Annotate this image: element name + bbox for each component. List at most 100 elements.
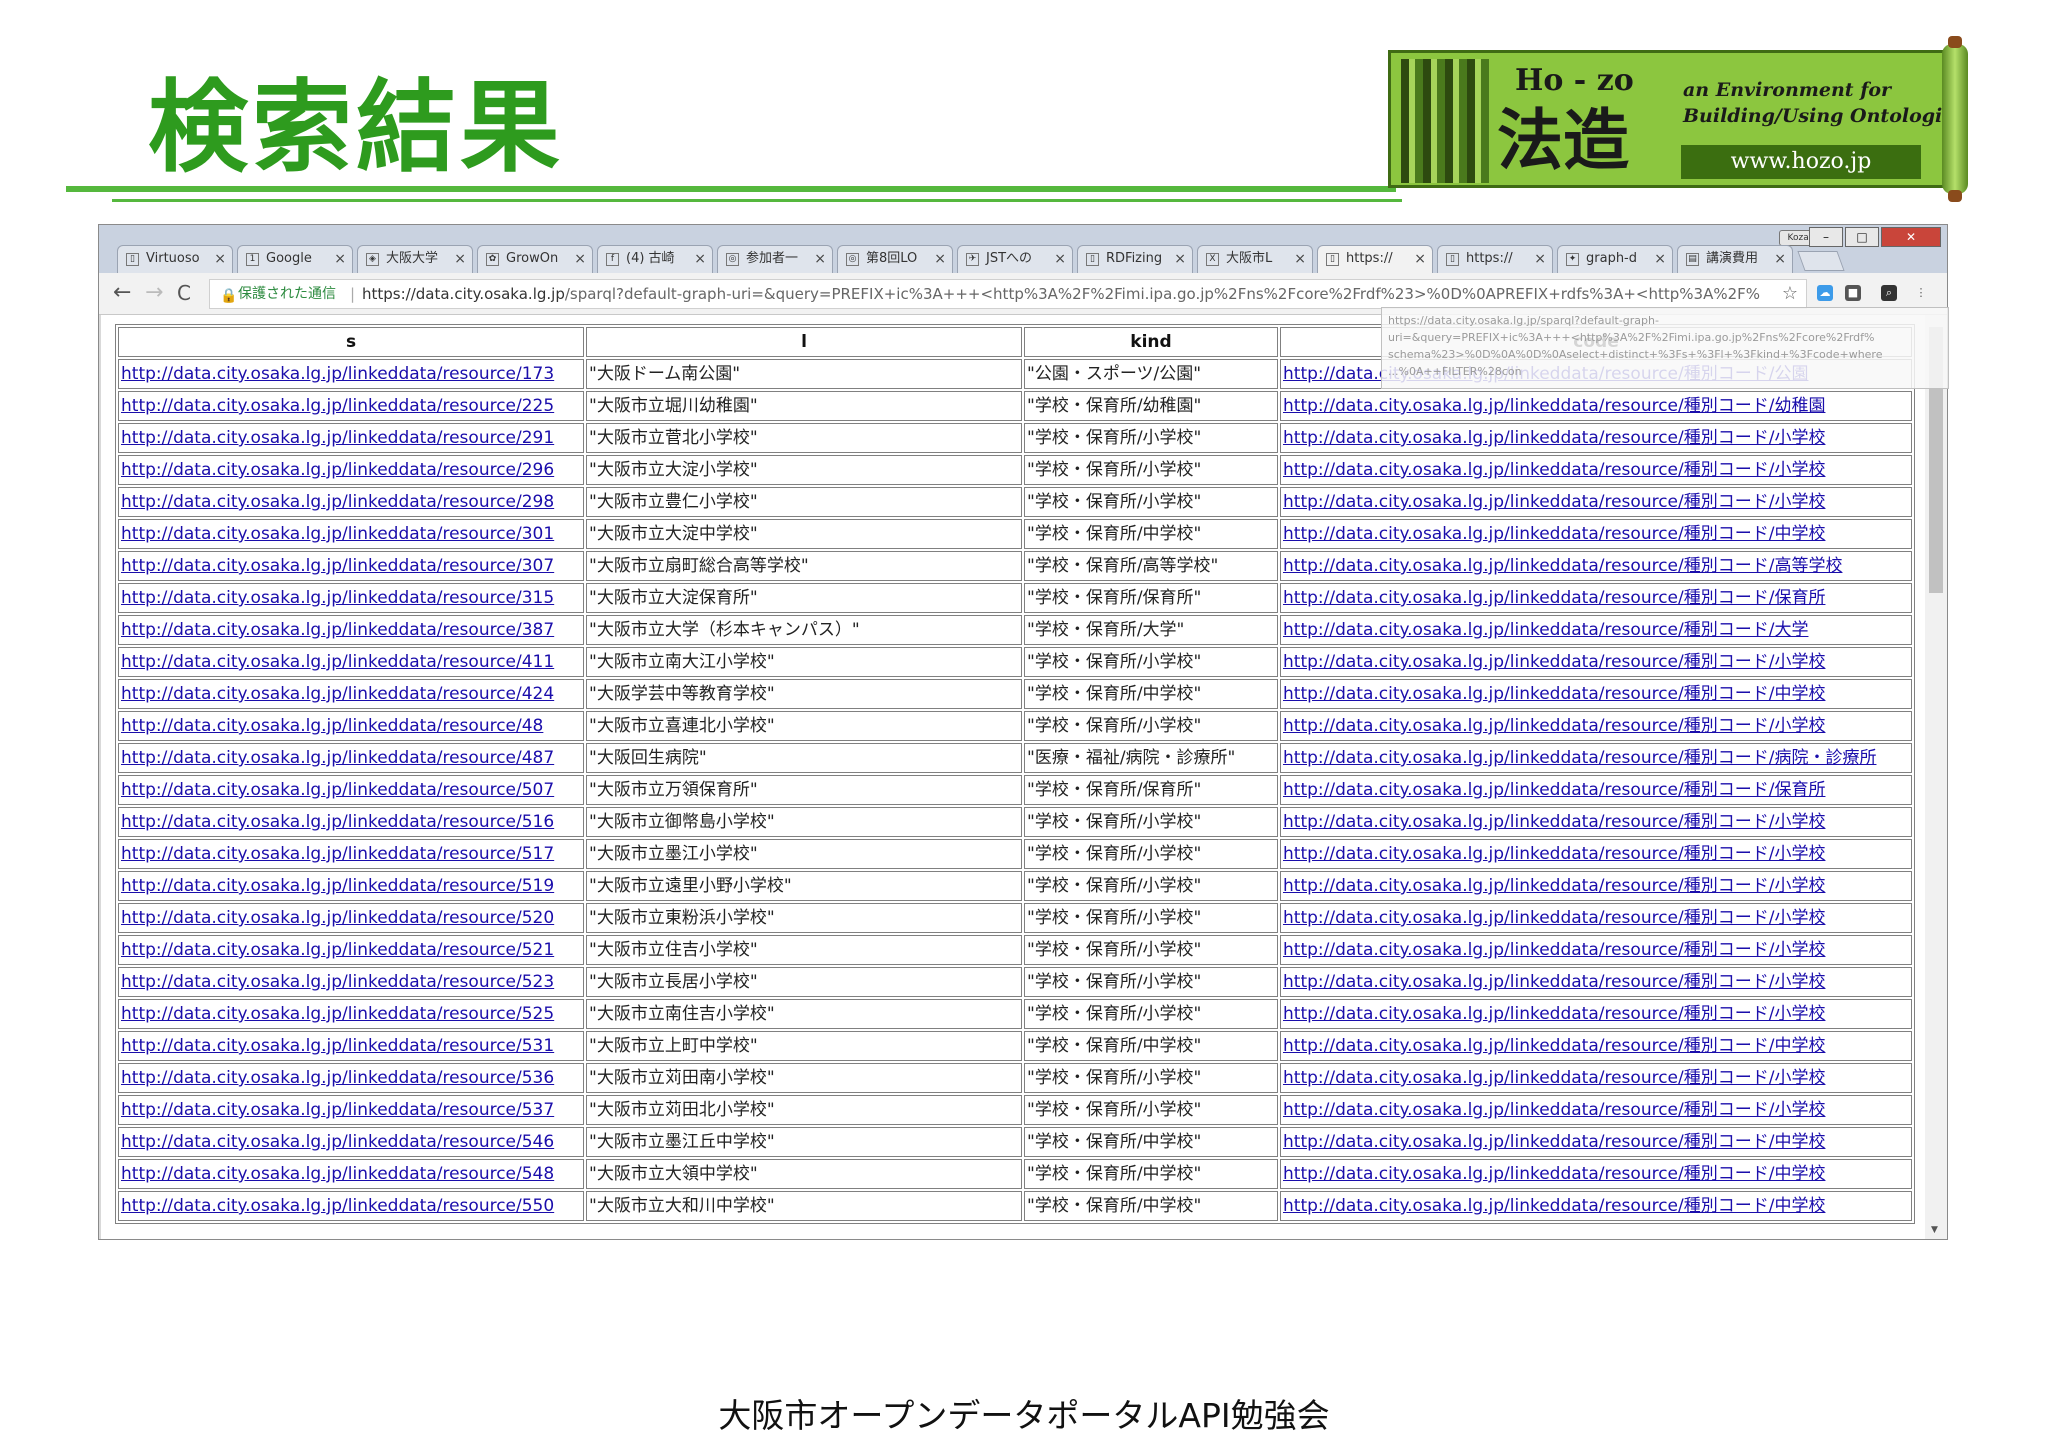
browser-tab[interactable]: ▯ Virtuoso × (117, 245, 233, 273)
bookmark-star-icon[interactable]: ☆ (1782, 280, 1798, 308)
extension-icon[interactable]: ■ (1845, 285, 1861, 301)
cell-code-link[interactable]: http://data.city.osaka.lg.jp/linkeddata/… (1283, 1036, 1825, 1056)
reload-button[interactable]: C (177, 281, 191, 305)
cell-s-link[interactable]: http://data.city.osaka.lg.jp/linkeddata/… (121, 1004, 554, 1024)
tab-close-icon[interactable]: × (1414, 246, 1426, 272)
cell-s-link[interactable]: http://data.city.osaka.lg.jp/linkeddata/… (121, 524, 554, 544)
tab-close-icon[interactable]: × (1054, 246, 1066, 272)
scroll-down-arrow-icon[interactable]: ▼ (1931, 1225, 1938, 1235)
cell-code-link[interactable]: http://data.city.osaka.lg.jp/linkeddata/… (1283, 1004, 1825, 1024)
menu-kebab-icon[interactable]: ⋮ (1913, 285, 1929, 301)
cell-s-link[interactable]: http://data.city.osaka.lg.jp/linkeddata/… (121, 1164, 554, 1184)
cell-s-link[interactable]: http://data.city.osaka.lg.jp/linkeddata/… (121, 588, 554, 608)
cell-s-link[interactable]: http://data.city.osaka.lg.jp/linkeddata/… (121, 1132, 554, 1152)
cell-code-link[interactable]: http://data.city.osaka.lg.jp/linkeddata/… (1283, 652, 1825, 672)
cell-code-link[interactable]: http://data.city.osaka.lg.jp/linkeddata/… (1283, 780, 1825, 800)
cloud-extension-icon[interactable]: ☁ (1817, 285, 1833, 301)
tab-close-icon[interactable]: × (1174, 246, 1186, 272)
cell-s-link[interactable]: http://data.city.osaka.lg.jp/linkeddata/… (121, 652, 554, 672)
cell-s-link[interactable]: http://data.city.osaka.lg.jp/linkeddata/… (121, 396, 554, 416)
cell-code-link[interactable]: http://data.city.osaka.lg.jp/linkeddata/… (1283, 684, 1825, 704)
cell-code-link[interactable]: http://data.city.osaka.lg.jp/linkeddata/… (1283, 588, 1825, 608)
cell-s-link[interactable]: http://data.city.osaka.lg.jp/linkeddata/… (121, 716, 543, 736)
cell-code-link[interactable]: http://data.city.osaka.lg.jp/linkeddata/… (1283, 972, 1825, 992)
browser-tab[interactable]: f (4) 古崎 × (597, 245, 713, 273)
cell-code-link[interactable]: http://data.city.osaka.lg.jp/linkeddata/… (1283, 1196, 1825, 1216)
cell-s-link[interactable]: http://data.city.osaka.lg.jp/linkeddata/… (121, 428, 554, 448)
tab-close-icon[interactable]: × (814, 246, 826, 272)
browser-tab[interactable]: ▤ 講演費用 × (1677, 245, 1793, 273)
tab-close-icon[interactable]: × (454, 246, 466, 272)
cell-s-link[interactable]: http://data.city.osaka.lg.jp/linkeddata/… (121, 1068, 554, 1088)
cell-s-link[interactable]: http://data.city.osaka.lg.jp/linkeddata/… (121, 780, 554, 800)
browser-tab[interactable]: ▯ https:// × (1317, 245, 1433, 274)
browser-tab[interactable]: ◎ 参加者一 × (717, 245, 833, 273)
browser-tab[interactable]: X 大阪市L × (1197, 245, 1313, 273)
cell-s-link[interactable]: http://data.city.osaka.lg.jp/linkeddata/… (121, 492, 554, 512)
tab-close-icon[interactable]: × (1654, 246, 1666, 272)
tab-close-icon[interactable]: × (1294, 246, 1306, 272)
browser-tab[interactable]: ✦ graph-d × (1557, 245, 1673, 273)
search-extension-icon[interactable]: ⌕ (1881, 285, 1897, 301)
cell-code-link[interactable]: http://data.city.osaka.lg.jp/linkeddata/… (1283, 492, 1825, 512)
cell-code-link[interactable]: http://data.city.osaka.lg.jp/linkeddata/… (1283, 556, 1842, 576)
cell-code-link[interactable]: http://data.city.osaka.lg.jp/linkeddata/… (1283, 716, 1825, 736)
cell-s-link[interactable]: http://data.city.osaka.lg.jp/linkeddata/… (121, 748, 554, 768)
cell-s-link[interactable]: http://data.city.osaka.lg.jp/linkeddata/… (121, 364, 554, 384)
forward-button[interactable]: → (145, 281, 163, 305)
new-tab-button[interactable] (1797, 251, 1845, 271)
cell-code-link[interactable]: http://data.city.osaka.lg.jp/linkeddata/… (1283, 620, 1808, 640)
cell-s-link[interactable]: http://data.city.osaka.lg.jp/linkeddata/… (121, 876, 554, 896)
tab-close-icon[interactable]: × (214, 246, 226, 272)
tab-label: 第8回LO (866, 251, 918, 266)
maximize-button[interactable]: □ (1845, 227, 1879, 247)
tab-close-icon[interactable]: × (694, 246, 706, 272)
minimize-button[interactable]: – (1809, 227, 1843, 247)
browser-tab[interactable]: 1 Google × (237, 245, 353, 273)
cell-s-link[interactable]: http://data.city.osaka.lg.jp/linkeddata/… (121, 1036, 554, 1056)
cell-code-link[interactable]: http://data.city.osaka.lg.jp/linkeddata/… (1283, 812, 1825, 832)
cell-s-link[interactable]: http://data.city.osaka.lg.jp/linkeddata/… (121, 620, 554, 640)
address-bar[interactable]: 🔒 保護された通信 | https://data.city.osaka.lg.j… (209, 279, 1807, 309)
browser-tab[interactable]: ▯ RDFizing × (1077, 245, 1193, 273)
browser-tab[interactable]: ▯ https:// × (1437, 245, 1553, 273)
tab-close-icon[interactable]: × (934, 246, 946, 272)
cell-s-link[interactable]: http://data.city.osaka.lg.jp/linkeddata/… (121, 908, 554, 928)
table-cell: "学校・保育所/中学校" (1024, 679, 1278, 709)
cell-code-link[interactable]: http://data.city.osaka.lg.jp/linkeddata/… (1283, 1100, 1825, 1120)
cell-code-link[interactable]: http://data.city.osaka.lg.jp/linkeddata/… (1283, 1132, 1825, 1152)
cell-s-link[interactable]: http://data.city.osaka.lg.jp/linkeddata/… (121, 556, 554, 576)
cell-code-link[interactable]: http://data.city.osaka.lg.jp/linkeddata/… (1283, 396, 1825, 416)
close-window-button[interactable]: ✕ (1881, 227, 1941, 247)
cell-s-link[interactable]: http://data.city.osaka.lg.jp/linkeddata/… (121, 844, 554, 864)
cell-s-link[interactable]: http://data.city.osaka.lg.jp/linkeddata/… (121, 812, 554, 832)
cell-code-link[interactable]: http://data.city.osaka.lg.jp/linkeddata/… (1283, 876, 1825, 896)
browser-tab[interactable]: ✿ GrowOn × (477, 245, 593, 273)
cell-s-link[interactable]: http://data.city.osaka.lg.jp/linkeddata/… (121, 684, 554, 704)
tab-close-icon[interactable]: × (334, 246, 346, 272)
browser-tab[interactable]: ◈ 大阪大学 × (357, 245, 473, 273)
cell-code-link[interactable]: http://data.city.osaka.lg.jp/linkeddata/… (1283, 748, 1876, 768)
cell-code-link[interactable]: http://data.city.osaka.lg.jp/linkeddata/… (1283, 844, 1825, 864)
cell-code-link[interactable]: http://data.city.osaka.lg.jp/linkeddata/… (1283, 908, 1825, 928)
cell-s-link[interactable]: http://data.city.osaka.lg.jp/linkeddata/… (121, 972, 554, 992)
vertical-scrollbar[interactable]: ▼ (1925, 315, 1947, 1239)
cell-s-link[interactable]: http://data.city.osaka.lg.jp/linkeddata/… (121, 1196, 554, 1216)
cell-code-link[interactable]: http://data.city.osaka.lg.jp/linkeddata/… (1283, 524, 1825, 544)
browser-tab[interactable]: ✈ JSTへの × (957, 245, 1073, 273)
back-button[interactable]: ← (113, 281, 131, 305)
tab-close-icon[interactable]: × (1534, 246, 1546, 272)
cell-code-link[interactable]: http://data.city.osaka.lg.jp/linkeddata/… (1283, 428, 1825, 448)
column-header-s: s (118, 327, 584, 357)
cell-code-link[interactable]: http://data.city.osaka.lg.jp/linkeddata/… (1283, 940, 1825, 960)
tab-close-icon[interactable]: × (1774, 246, 1786, 272)
cell-code-link[interactable]: http://data.city.osaka.lg.jp/linkeddata/… (1283, 1164, 1825, 1184)
cell-code-link[interactable]: http://data.city.osaka.lg.jp/linkeddata/… (1283, 1068, 1825, 1088)
browser-tab[interactable]: ◎ 第8回LO × (837, 245, 953, 273)
tab-close-icon[interactable]: × (574, 246, 586, 272)
table-cell: "大阪市立住吉小学校" (586, 935, 1022, 965)
cell-s-link[interactable]: http://data.city.osaka.lg.jp/linkeddata/… (121, 940, 554, 960)
cell-s-link[interactable]: http://data.city.osaka.lg.jp/linkeddata/… (121, 1100, 554, 1120)
cell-s-link[interactable]: http://data.city.osaka.lg.jp/linkeddata/… (121, 460, 554, 480)
cell-code-link[interactable]: http://data.city.osaka.lg.jp/linkeddata/… (1283, 460, 1825, 480)
